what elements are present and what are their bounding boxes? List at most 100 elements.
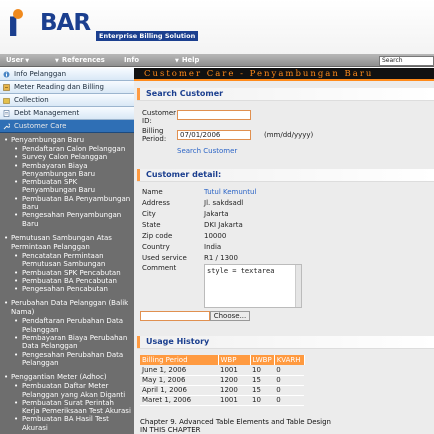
chevron-down-icon: ▼ xyxy=(55,58,59,64)
submenu-item[interactable]: Pembuatan BA Penyambungan Baru xyxy=(2,195,132,212)
file-path-input[interactable] xyxy=(140,311,210,321)
submenu-item[interactable]: Pembuatan BA Pencabutan xyxy=(2,277,132,286)
submenu-item[interactable]: Pengesahan Penyambungan Baru xyxy=(2,211,132,228)
table-cell: 1200 xyxy=(218,385,250,396)
section-title: Usage History xyxy=(146,337,210,346)
field-value: R1 / 1300 xyxy=(204,254,238,262)
sidebar-item-label: Collection xyxy=(14,96,49,104)
submenu-item[interactable]: Pengesahan Perubahan Data Pelanggan xyxy=(2,351,132,368)
table-cell: 10 xyxy=(250,395,275,406)
table-cell: 0 xyxy=(274,395,305,406)
submenu-item[interactable]: Pembuatan SPK Pencabutan xyxy=(2,269,132,278)
main-content: Customer Care - Penyambungan Baru Search… xyxy=(134,68,434,434)
customer-id-input[interactable] xyxy=(177,110,251,120)
submenu-item[interactable]: Pencatatan Permintaan Pemutusan Sambunga… xyxy=(2,252,132,269)
footer-line: IN THIS CHAPTER xyxy=(140,426,201,434)
textarea-scrollbar[interactable] xyxy=(295,265,301,307)
app-header: ı BAR Enterprise Billing Solution xyxy=(0,0,434,54)
field-label: State xyxy=(142,221,161,229)
sidebar-item-info-pelanggan[interactable]: Info Pelanggan xyxy=(0,68,134,81)
section-title: Customer detail: xyxy=(146,170,222,179)
menu-user[interactable]: User ▼ xyxy=(6,54,32,67)
submenu-item[interactable]: Pendaftaran Calon Pelanggan xyxy=(2,145,132,154)
field-label: Used service xyxy=(142,254,187,262)
submenu-item[interactable]: Pembuatan SPK Penyambungan Baru xyxy=(2,178,132,195)
table-row: Maret 1, 2006 1001 10 0 xyxy=(140,395,305,406)
logo-dot xyxy=(13,9,23,19)
submenu-item[interactable]: Pembuatan Daftar Meter Pelanggan yang Ak… xyxy=(2,382,132,399)
footer-text: Chapter 9. Advanced Table Elements and T… xyxy=(140,418,331,434)
submenu-item[interactable]: Pembuatan BA Hasil Test Akurasi xyxy=(2,415,132,432)
document-icon xyxy=(3,110,10,117)
table-cell: 0 xyxy=(274,385,305,396)
search-customer-header: Search Customer xyxy=(137,88,434,101)
field-value: 10000 xyxy=(204,232,227,240)
sidebar-item-label: Debt Management xyxy=(14,109,80,117)
group-title[interactable]: Penyambungan Baru xyxy=(2,136,132,145)
menu-references[interactable]: ▼ References xyxy=(55,54,105,67)
group-title[interactable]: Perubahan Data Pelanggan (Balik Nama) xyxy=(2,299,132,317)
menu-group-penyambungan-baru: Penyambungan Baru Pendaftaran Calon Pela… xyxy=(2,136,132,228)
customer-name-link[interactable]: Tutul Kemuntul xyxy=(204,188,256,196)
submenu-item[interactable]: Pembuatan Surat Perintah Kerja Pemeriksa… xyxy=(2,399,132,416)
field-label: Address xyxy=(142,199,170,207)
table-cell: 1001 xyxy=(218,365,250,376)
table-header-row: Billing Period WBP LWBP KVARH xyxy=(140,355,305,365)
table-row: April 1, 2006 1200 15 0 xyxy=(140,385,305,396)
menu-bar: User ▼ ▼ References Info ▼ Help Search xyxy=(0,54,434,67)
comment-text: style = textarea xyxy=(207,267,275,275)
sidebar-item-collection[interactable]: Collection xyxy=(0,94,134,107)
submenu-item[interactable]: Pembayaran Biaya Perubahan Data Pelangga… xyxy=(2,334,132,351)
sidebar-item-debt-management[interactable]: Debt Management xyxy=(0,107,134,120)
table-cell: 10 xyxy=(250,365,275,376)
table-cell: May 1, 2006 xyxy=(140,375,218,386)
menu-group-perubahan-data: Perubahan Data Pelanggan (Balik Nama) Pe… xyxy=(2,299,132,367)
menu-group-pemutusan-sambungan: Pemutusan Sambungan Atas Permintaan Pela… xyxy=(2,234,132,294)
chevron-down-icon: ▼ xyxy=(175,58,179,64)
column-header: KVARH xyxy=(274,355,305,365)
table-row: June 1, 2006 1001 10 0 xyxy=(140,365,305,376)
submenu-item[interactable]: Survey Calon Pelanggan xyxy=(2,153,132,162)
tagline: Enterprise Billing Solution xyxy=(96,31,199,41)
sidebar-item-label: Info Pelanggan xyxy=(14,70,67,78)
group-title[interactable]: Penggantian Meter (Adhoc) xyxy=(2,373,132,382)
search-customer-link[interactable]: Search Customer xyxy=(177,147,237,155)
date-format-hint: (mm/dd/yyyy) xyxy=(264,131,314,139)
folder-icon xyxy=(3,98,10,104)
table-cell: 1200 xyxy=(218,375,250,386)
usage-history-header: Usage History xyxy=(137,336,434,349)
group-title[interactable]: Pemutusan Sambungan Atas Permintaan Pela… xyxy=(2,234,132,252)
section-title: Search Customer xyxy=(146,89,224,98)
submenu-item[interactable]: Pembayaran Biaya Penyambungan Baru xyxy=(2,162,132,179)
submenu-item[interactable]: Pengesahan Pencabutan xyxy=(2,285,132,294)
table-cell: 15 xyxy=(250,375,275,386)
table-cell: 15 xyxy=(250,385,275,396)
comment-textarea[interactable]: style = textarea xyxy=(204,264,302,308)
customer-detail-header: Customer detail: xyxy=(137,169,434,182)
choose-file-button[interactable]: Choose... xyxy=(210,311,250,321)
field-label: Name xyxy=(142,188,163,196)
field-value: Jakarta xyxy=(204,210,229,218)
page-title: Customer Care - Penyambungan Baru xyxy=(144,69,374,79)
footer-line: Chapter 9. Advanced Table Elements and T… xyxy=(140,418,331,426)
search-input[interactable]: Search xyxy=(379,56,434,66)
wrench-icon xyxy=(3,123,10,130)
column-header: Billing Period xyxy=(140,355,219,365)
table-cell: Maret 1, 2006 xyxy=(140,395,218,406)
field-value: DKI Jakarta xyxy=(204,221,243,229)
column-header: WBP xyxy=(218,355,251,365)
field-label: Country xyxy=(142,243,170,251)
billing-period-label: Billing Period: xyxy=(142,127,167,143)
submenu-item[interactable]: Pendaftaran Perubahan Data Pelanggan xyxy=(2,317,132,334)
billing-period-input[interactable]: 07/01/2006 xyxy=(177,130,251,140)
column-header: LWBP xyxy=(250,355,275,365)
sidebar-item-customer-care[interactable]: Customer Care xyxy=(0,120,134,133)
menu-info[interactable]: Info xyxy=(124,54,139,67)
sidebar-item-label: Meter Reading dan Billing xyxy=(14,83,104,91)
customer-care-submenu: Penyambungan Baru Pendaftaran Calon Pela… xyxy=(0,133,134,432)
table-cell: June 1, 2006 xyxy=(140,365,218,376)
field-label: Zip code xyxy=(142,232,173,240)
sidebar-item-meter-reading[interactable]: Meter Reading dan Billing xyxy=(0,81,134,94)
customer-id-label: Customer ID: xyxy=(142,109,177,125)
menu-help[interactable]: ▼ Help xyxy=(175,54,199,67)
